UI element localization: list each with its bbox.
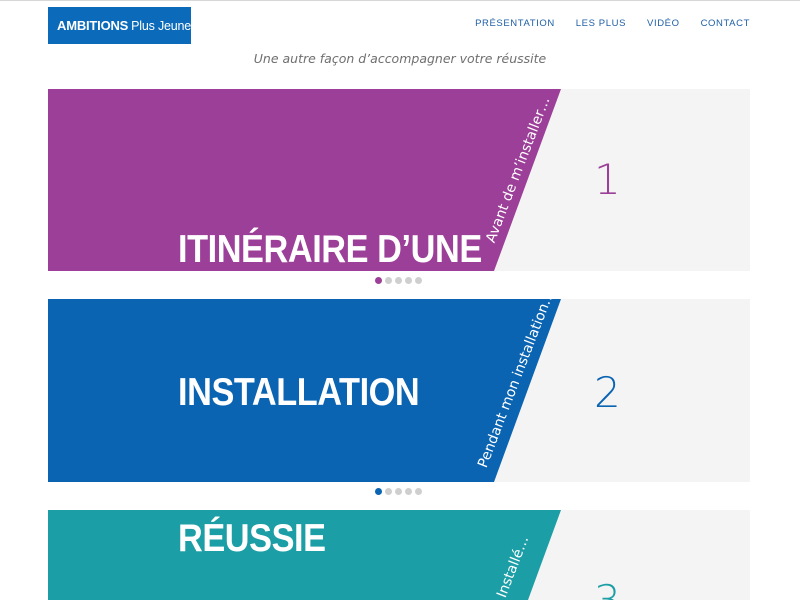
slide-2-title: INSTALLATION	[178, 371, 420, 414]
slider-2-dot-2[interactable]	[385, 488, 392, 495]
slide-3-color-panel	[48, 510, 561, 600]
nav-presentation[interactable]: PRÉSENTATION	[475, 18, 555, 29]
tagline: Une autre façon d’accompagner votre réus…	[253, 51, 547, 66]
logo-light-text: Plus Jeunes	[131, 18, 198, 33]
slider-2-dot-5[interactable]	[415, 488, 422, 495]
slider-1-dot-2[interactable]	[385, 277, 392, 284]
slide-1-number: 1	[594, 155, 621, 204]
slider-1-dot-4[interactable]	[405, 277, 412, 284]
slider-1-dot-3[interactable]	[395, 277, 402, 284]
main-nav: PRÉSENTATION LES PLUS VIDÉO CONTACT	[475, 18, 750, 29]
slider-1-dot-5[interactable]	[415, 277, 422, 284]
site-logo[interactable]: AMBITIONS Plus Jeunes	[48, 7, 197, 44]
nav-contact[interactable]: CONTACT	[701, 18, 750, 29]
slider-2-dot-4[interactable]	[405, 488, 412, 495]
nav-video[interactable]: VIDÉO	[647, 18, 680, 29]
slider-2-dot-3[interactable]	[395, 488, 402, 495]
slider-2-pagination	[375, 488, 425, 495]
slide-3-title: RÉUSSIE	[178, 517, 326, 560]
slide-1-title: ITINÉRAIRE D’UNE	[178, 228, 482, 271]
slider-2-dot-1[interactable]	[375, 488, 382, 495]
slide-2-number: 2	[594, 368, 621, 417]
slide-3-number: 3	[594, 576, 621, 600]
nav-les-plus[interactable]: LES PLUS	[576, 18, 626, 29]
slider-1[interactable]: ITINÉRAIRE D’UNE Avant de m’installer… 1	[48, 89, 750, 271]
slider-1-pagination	[375, 277, 425, 284]
logo-strong-text: AMBITIONS	[57, 18, 129, 33]
top-divider	[0, 0, 800, 1]
slider-3[interactable]: RÉUSSIE Installé… 3	[48, 510, 750, 600]
slider-1-dot-1[interactable]	[375, 277, 382, 284]
slider-2[interactable]: INSTALLATION Pendant mon installation… 2	[48, 299, 750, 482]
